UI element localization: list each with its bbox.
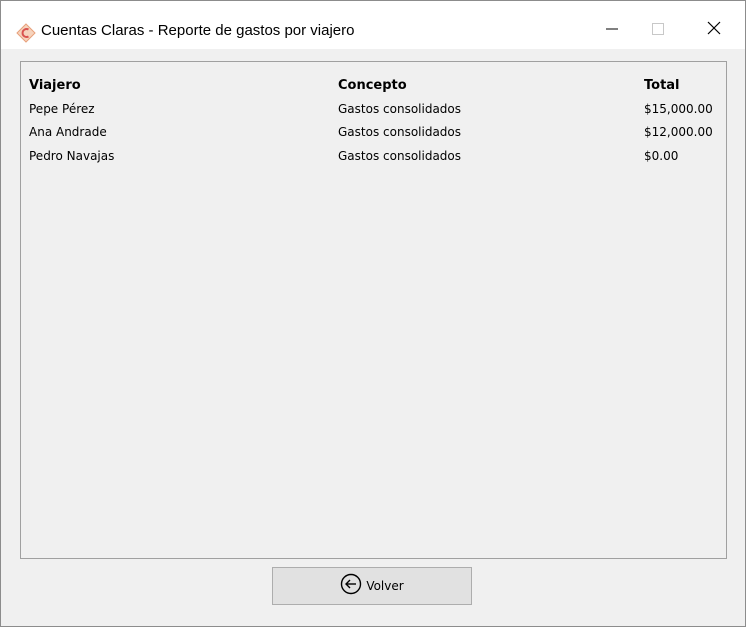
report-window: Cuentas Claras - Reporte de gastos por v… bbox=[0, 0, 746, 627]
cell-viajero: Pedro Navajas bbox=[29, 149, 115, 163]
cell-total: $12,000.00 bbox=[644, 125, 713, 139]
maximize-icon bbox=[652, 20, 664, 39]
title-bar[interactable]: Cuentas Claras - Reporte de gastos por v… bbox=[1, 1, 745, 49]
report-table: Viajero Concepto Total Pepe Pérez Gastos… bbox=[20, 61, 727, 559]
close-icon bbox=[707, 20, 721, 39]
cuentas-claras-logo-icon bbox=[16, 23, 36, 43]
cell-concepto: Gastos consolidados bbox=[338, 149, 462, 163]
cell-total: $15,000.00 bbox=[644, 102, 713, 116]
window-title: Cuentas Claras - Reporte de gastos por v… bbox=[41, 22, 355, 39]
column-header-concepto: Concepto bbox=[338, 78, 407, 93]
cell-viajero: Pepe Pérez bbox=[29, 102, 95, 116]
maximize-button[interactable] bbox=[635, 9, 681, 49]
minimize-button[interactable] bbox=[589, 9, 635, 49]
close-button[interactable] bbox=[691, 9, 737, 49]
cell-concepto: Gastos consolidados bbox=[338, 125, 462, 139]
volver-label: Volver bbox=[366, 579, 404, 593]
column-header-total: Total bbox=[644, 78, 680, 93]
cell-total: $0.00 bbox=[644, 149, 679, 163]
column-header-viajero: Viajero bbox=[29, 78, 81, 93]
window-content: Viajero Concepto Total Pepe Pérez Gastos… bbox=[1, 49, 745, 626]
volver-button[interactable]: Volver bbox=[272, 567, 472, 605]
cell-concepto: Gastos consolidados bbox=[338, 102, 462, 116]
minimize-icon bbox=[606, 20, 618, 39]
cell-viajero: Ana Andrade bbox=[29, 125, 107, 139]
arrow-left-circle-icon bbox=[340, 573, 362, 599]
